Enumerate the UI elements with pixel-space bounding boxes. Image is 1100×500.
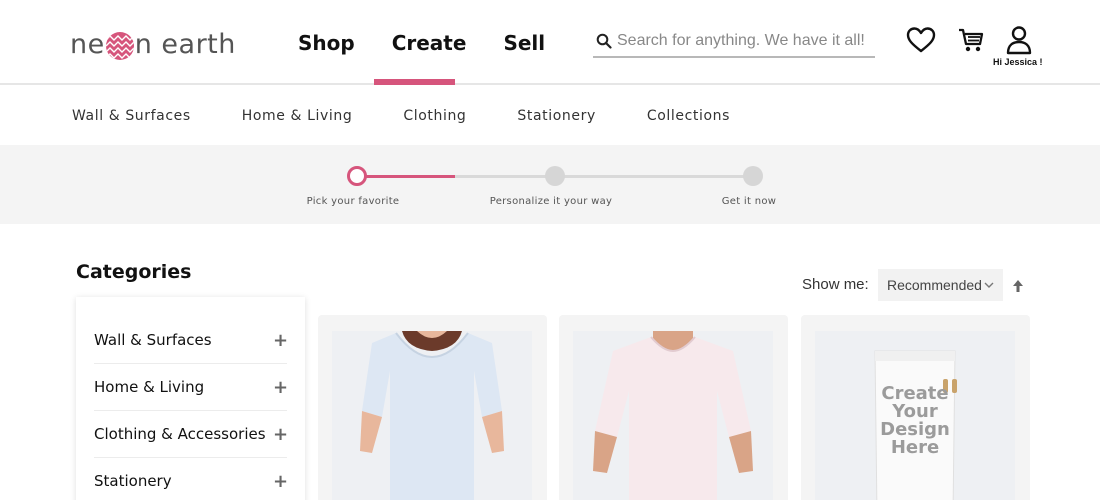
subnav-stationery[interactable]: Stationery [517, 108, 595, 124]
pink-tshirt-men-image [573, 331, 773, 500]
cart-icon[interactable] [955, 24, 987, 56]
product-card[interactable]: Create Your Design Here [801, 315, 1030, 500]
progress-track [455, 175, 753, 178]
subnav-home-living[interactable]: Home & Living [242, 108, 353, 124]
categories-panel: Wall & Surfaces + Home & Living + Clothi… [76, 297, 305, 500]
category-label: Wall & Surfaces [94, 331, 212, 349]
plus-icon[interactable]: + [273, 471, 288, 492]
product-card[interactable] [318, 315, 547, 500]
category-home-living[interactable]: Home & Living + [94, 364, 288, 411]
white-tshirt-women-image [332, 331, 532, 500]
step-2-label: Personalize it your way [489, 196, 613, 207]
sort-selected-value: Recommended [887, 277, 982, 293]
category-subnav: Wall & Surfaces Home & Living Clothing S… [0, 87, 1100, 145]
towel-design-image: Create Your Design Here [815, 331, 1015, 500]
logo-text-left: ne [70, 28, 105, 60]
sort-label: Show me: [802, 276, 869, 293]
category-wall-surfaces[interactable]: Wall & Surfaces + [94, 317, 288, 364]
nav-shop[interactable]: Shop [298, 28, 355, 58]
category-label: Clothing & Accessories [94, 425, 266, 443]
subnav-clothing[interactable]: Clothing [403, 108, 466, 124]
towel-text: Create Your Design Here [867, 385, 963, 457]
logo-text-right: n earth [134, 28, 236, 60]
category-label: Stationery [94, 472, 172, 490]
plus-icon[interactable]: + [273, 424, 288, 445]
subnav-collections[interactable]: Collections [647, 108, 730, 124]
step-3-label: Get it now [721, 196, 777, 207]
search-icon[interactable] [593, 30, 615, 52]
plus-icon[interactable]: + [273, 330, 288, 351]
plus-icon[interactable]: + [273, 377, 288, 398]
sort-dropdown[interactable]: Recommended [878, 269, 1003, 301]
step-2-dot [545, 166, 565, 186]
sort-direction-arrow-icon[interactable] [1010, 277, 1026, 295]
site-header: ne n earth Shop Create Sell Hi Jessica ! [0, 0, 1100, 85]
categories-title: Categories [76, 261, 192, 283]
search-bar [593, 26, 875, 58]
create-progress-steps: Pick your favorite Personalize it your w… [0, 145, 1100, 224]
active-nav-indicator [374, 79, 455, 85]
step-1-dot [347, 166, 367, 186]
step-3-dot [743, 166, 763, 186]
user-icon[interactable] [1003, 24, 1035, 56]
category-label: Home & Living [94, 378, 205, 396]
heart-icon[interactable] [905, 24, 937, 56]
neon-earth-logo[interactable]: ne n earth [70, 24, 236, 64]
step-1-label: Pick your favorite [306, 196, 400, 207]
towel-text-line: Here [890, 437, 940, 458]
subnav-wall-surfaces[interactable]: Wall & Surfaces [72, 108, 191, 124]
category-stationery[interactable]: Stationery + [94, 458, 288, 500]
progress-track-active [366, 175, 455, 178]
user-greeting: Hi Jessica ! [993, 57, 1043, 67]
product-card[interactable] [559, 315, 788, 500]
nav-create[interactable]: Create [392, 28, 467, 58]
logo-o-icon [105, 32, 134, 60]
nav-sell[interactable]: Sell [503, 28, 545, 58]
category-clothing-accessories[interactable]: Clothing & Accessories + [94, 411, 288, 458]
chevron-down-icon [983, 278, 995, 294]
search-input[interactable] [617, 32, 867, 50]
main-nav: Shop Create Sell [298, 28, 582, 58]
